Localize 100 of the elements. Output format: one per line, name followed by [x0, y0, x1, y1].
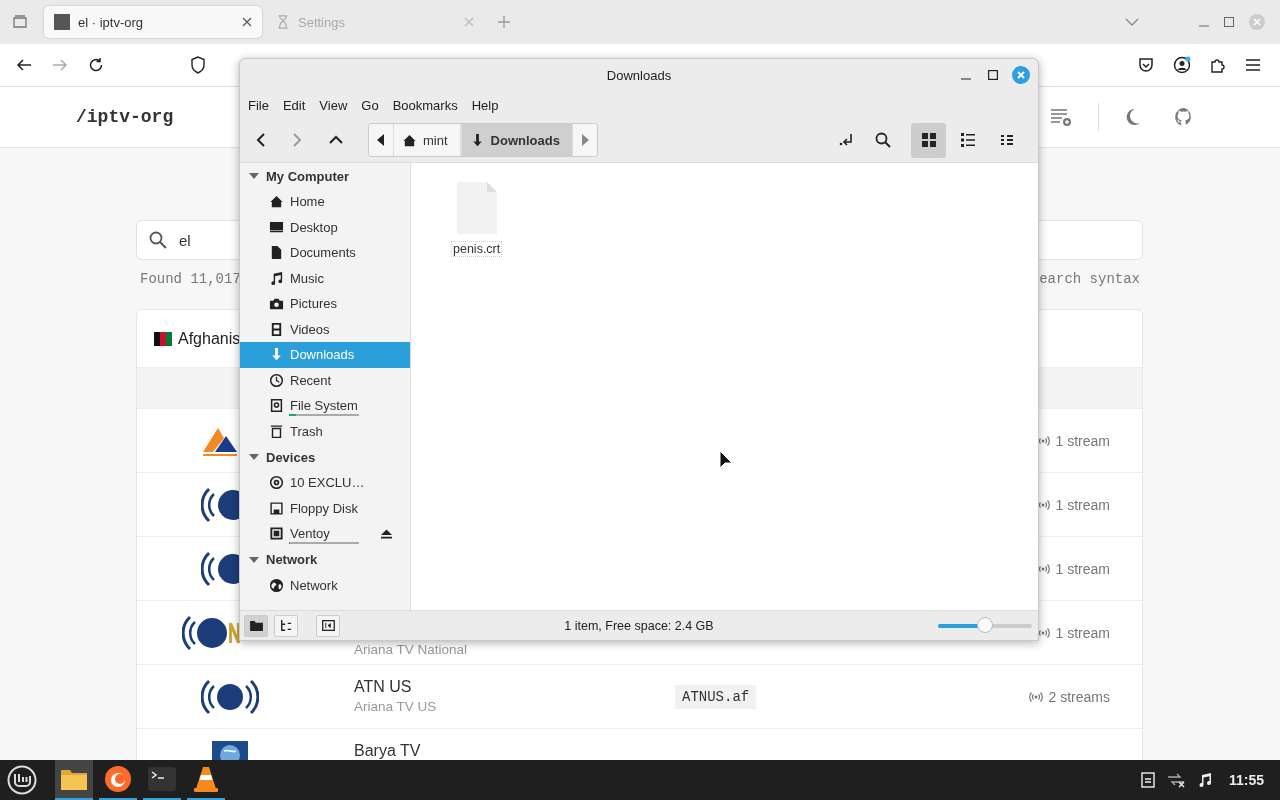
sidebar-item[interactable]: File System — [240, 393, 410, 419]
country-name[interactable]: Afghanis — [178, 329, 241, 348]
eject-icon[interactable] — [381, 528, 392, 539]
chevron-down-icon[interactable] — [1125, 18, 1139, 26]
close-icon[interactable] — [242, 17, 252, 27]
places-button[interactable] — [244, 614, 268, 637]
music-note-icon — [269, 270, 284, 286]
globe-icon — [269, 577, 284, 593]
folder-icon — [60, 767, 88, 791]
camera-icon — [269, 296, 284, 312]
stream-count[interactable]: 1 stream — [1055, 624, 1110, 641]
back-icon[interactable] — [16, 57, 32, 73]
sidebar-item[interactable]: Ventoy — [240, 521, 410, 547]
playlist-add-icon[interactable] — [1050, 108, 1072, 126]
menu-icon[interactable] — [1245, 58, 1261, 72]
sidebar-item[interactable]: Pictures — [240, 291, 410, 317]
section-heading: My Computer — [266, 168, 350, 184]
sidebar-item[interactable]: Floppy Disk — [240, 495, 410, 521]
pocket-icon[interactable] — [1138, 57, 1154, 73]
channel-name[interactable]: ATN US — [354, 678, 644, 696]
trash-icon — [269, 423, 284, 439]
menu-item[interactable]: Bookmarks — [392, 97, 458, 113]
sidebar-item[interactable]: Network — [240, 572, 410, 598]
traffic-cone-icon — [192, 765, 220, 793]
folder-icon — [249, 620, 263, 631]
usage-bar — [289, 413, 359, 416]
broadcast-icon — [1028, 690, 1043, 703]
usage-bar — [289, 541, 359, 544]
down-arrow-icon — [269, 347, 284, 363]
file-name[interactable]: penis.crt — [451, 241, 503, 257]
start-menu-icon[interactable] — [7, 765, 37, 795]
document-icon — [269, 245, 284, 261]
menu-item[interactable]: View — [319, 97, 348, 113]
search-icon[interactable] — [875, 132, 891, 148]
expander-icon[interactable] — [249, 554, 259, 565]
puzzle-icon[interactable] — [1210, 57, 1226, 73]
shield-icon[interactable] — [190, 56, 206, 74]
path-left-icon[interactable] — [377, 134, 385, 146]
clock[interactable]: 11:55 — [1228, 772, 1264, 788]
channel-name[interactable]: Barya TV — [354, 742, 644, 760]
status-text: 1 item, Free space: 2.4 GB — [563, 618, 715, 633]
menu-item[interactable]: Go — [361, 97, 379, 113]
sidebar-icon — [321, 620, 335, 631]
zoom-slider[interactable] — [938, 617, 1032, 634]
path-button[interactable]: mint — [393, 124, 461, 156]
icon-view-button[interactable] — [911, 122, 946, 158]
search-syntax-link[interactable]: earch syntax — [1039, 271, 1140, 287]
maximize-icon[interactable] — [988, 70, 998, 80]
fox-icon — [104, 765, 132, 793]
house-icon — [269, 194, 284, 210]
sidebar-item[interactable]: Documents — [240, 240, 410, 266]
taskbar-app[interactable] — [55, 760, 93, 800]
sidebar-item[interactable]: Recent — [240, 367, 410, 393]
stream-count[interactable]: 2 streams — [1048, 688, 1110, 705]
sidebar-item[interactable]: Videos — [240, 316, 410, 342]
drive-icon — [269, 398, 284, 414]
monitor-icon — [269, 219, 284, 235]
account-icon[interactable] — [1173, 56, 1191, 74]
search-icon — [149, 231, 167, 249]
terminal-icon — [148, 767, 176, 791]
reload-icon[interactable] — [88, 57, 104, 73]
sidebar-item[interactable]: Desktop — [240, 214, 410, 240]
expander-icon[interactable] — [249, 171, 259, 181]
tree-button[interactable] — [274, 614, 298, 637]
stream-count[interactable]: 1 stream — [1055, 560, 1110, 577]
results-count: Found 11,017 — [140, 271, 241, 287]
path-right-icon[interactable] — [580, 134, 589, 146]
up-icon[interactable] — [328, 135, 344, 145]
sidebar-item[interactable]: Music — [240, 265, 410, 291]
channel-id: ATNUS.af — [675, 684, 757, 709]
menu-item[interactable]: Edit — [282, 97, 306, 113]
sidebar-item[interactable]: Trash — [240, 418, 410, 444]
section-heading: Network — [266, 552, 318, 567]
film-icon — [269, 321, 284, 337]
expander-icon[interactable] — [249, 452, 259, 462]
menu-item[interactable]: Help — [471, 97, 499, 113]
github-icon[interactable] — [1174, 107, 1194, 127]
site-logo[interactable]: /iptv-org — [76, 107, 174, 127]
tab-list-icon[interactable] — [12, 14, 28, 30]
channel-alt-name: Ariana TV National — [354, 642, 469, 657]
window-title: Downloads — [606, 68, 672, 83]
moon-icon[interactable] — [1125, 108, 1141, 126]
compact-list-icon — [1000, 134, 1013, 146]
flag-icon — [154, 331, 172, 346]
network-disconnected-icon[interactable] — [1166, 772, 1185, 788]
close-icon[interactable] — [1012, 66, 1030, 84]
menu-item[interactable]: File — [248, 97, 269, 113]
sidebar-toggle-button[interactable] — [316, 614, 340, 637]
stream-count[interactable]: 1 stream — [1055, 432, 1110, 449]
sidebar-item[interactable]: Home — [240, 189, 410, 215]
tree-icon — [280, 619, 292, 632]
chip-icon — [269, 526, 284, 542]
stream-count[interactable]: 1 stream — [1055, 496, 1110, 513]
list-icon — [960, 133, 975, 147]
notes-icon[interactable] — [1140, 772, 1155, 788]
channel-alt-name: Ariana TV US — [354, 699, 438, 714]
browser-tab[interactable]: el · iptv-org — [44, 6, 262, 38]
sidebar-item[interactable]: 10 EXCLU… — [240, 470, 410, 496]
back-icon[interactable] — [256, 132, 266, 148]
path-button[interactable]: Downloads — [460, 124, 573, 156]
